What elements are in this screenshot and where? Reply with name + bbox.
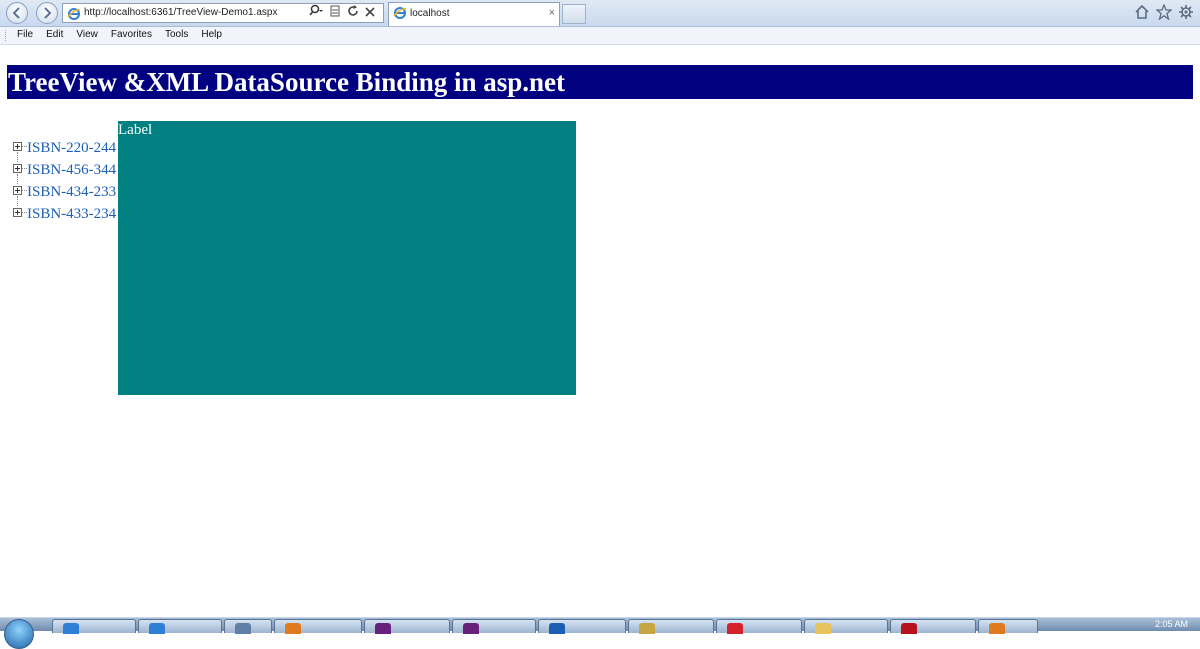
stop-icon[interactable]	[365, 4, 375, 22]
expand-plus-icon[interactable]	[13, 142, 22, 151]
menu-bar: File Edit View Favorites Tools Help	[0, 27, 1200, 45]
address-bar-icons	[309, 4, 375, 23]
menu-tools[interactable]: Tools	[165, 29, 188, 40]
expand-plus-icon[interactable]	[13, 186, 22, 195]
firefox-icon	[989, 623, 1005, 634]
forward-button[interactable]	[36, 2, 58, 24]
tree-node-link[interactable]: ISBN-434-233	[27, 184, 116, 201]
menu-grip	[5, 30, 8, 41]
back-button[interactable]	[6, 2, 28, 24]
tab-title: localhost	[410, 8, 450, 19]
new-tab-button[interactable]	[562, 4, 586, 24]
browser-titlebar: http://localhost:6361/TreeView-Demo1.asp…	[0, 0, 1200, 27]
tree-node-link[interactable]: ISBN-456-344	[27, 162, 116, 179]
acrobat-icon	[727, 623, 743, 634]
tree-node[interactable]: ISBN-220-244	[13, 140, 117, 162]
taskbar-item[interactable]	[452, 619, 536, 634]
back-icon	[12, 7, 20, 19]
firefox-icon	[285, 623, 301, 634]
system-tray: 2:05 AM	[1040, 619, 1200, 632]
tree-node-link[interactable]: ISBN-220-244	[27, 140, 116, 157]
tree-node[interactable]: ISBN-433-234	[13, 206, 117, 228]
folder-icon	[815, 623, 831, 634]
taskbar-item[interactable]	[978, 619, 1038, 634]
taskbar-item[interactable]	[274, 619, 362, 634]
taskbar-item[interactable]	[138, 619, 222, 634]
compatibility-icon[interactable]	[329, 4, 341, 22]
chrome-icon	[549, 623, 565, 634]
search-icon[interactable]	[309, 4, 323, 23]
tree-node[interactable]: ISBN-456-344	[13, 162, 117, 184]
clock[interactable]: 2:05 AM	[1155, 619, 1188, 629]
home-icon[interactable]	[1134, 4, 1150, 20]
menu-favorites[interactable]: Favorites	[111, 29, 152, 40]
taskbar-item[interactable]	[890, 619, 976, 634]
visual-studio-icon	[463, 623, 479, 634]
refresh-icon[interactable]	[347, 4, 359, 22]
taskbar-item[interactable]	[224, 619, 272, 634]
menu-view[interactable]: View	[76, 29, 98, 40]
tree-connector	[17, 174, 18, 184]
pdf-icon	[901, 623, 917, 634]
favorites-star-icon[interactable]	[1156, 4, 1172, 20]
tree-node-link[interactable]: ISBN-433-234	[27, 206, 116, 223]
tree-connector	[17, 196, 18, 206]
taskbar-item[interactable]	[628, 619, 714, 634]
address-bar[interactable]: http://localhost:6361/TreeView-Demo1.asp…	[62, 3, 384, 23]
tree-node[interactable]: ISBN-434-233	[13, 184, 117, 206]
taskbar-item[interactable]	[52, 619, 136, 634]
gear-icon[interactable]	[1178, 4, 1194, 20]
ie-logo-icon	[393, 7, 407, 19]
taskbar: 2:05 AM	[0, 617, 1200, 649]
explorer-icon	[235, 623, 251, 634]
expand-plus-icon[interactable]	[13, 164, 22, 173]
page-header: TreeView &XML DataSource Binding in asp.…	[7, 65, 1193, 99]
tab-localhost[interactable]: localhost ×	[388, 2, 560, 26]
taskbar-item[interactable]	[804, 619, 888, 634]
ie-logo-icon	[67, 8, 81, 20]
expand-plus-icon[interactable]	[13, 208, 22, 217]
browser-toolbar-icons	[1134, 4, 1194, 20]
winrar-icon	[639, 623, 655, 634]
address-url[interactable]: http://localhost:6361/TreeView-Demo1.asp…	[84, 7, 277, 18]
internet-explorer-icon	[63, 623, 79, 634]
menu-help[interactable]: Help	[201, 29, 222, 40]
page-title: TreeView &XML DataSource Binding in asp.…	[8, 67, 566, 97]
start-button[interactable]	[4, 619, 34, 649]
menu-edit[interactable]: Edit	[46, 29, 63, 40]
label-panel: Label	[118, 121, 576, 395]
tree-connector	[17, 152, 18, 162]
internet-explorer-icon	[149, 623, 165, 634]
forward-icon	[44, 7, 52, 19]
taskbar-item[interactable]	[364, 619, 450, 634]
label-text: Label	[118, 122, 153, 138]
menu-file[interactable]: File	[17, 29, 33, 40]
taskbar-item[interactable]	[538, 619, 626, 634]
visual-studio-icon	[375, 623, 391, 634]
close-tab-icon[interactable]: ×	[549, 7, 555, 19]
treeview: ISBN-220-244 ISBN-456-344 ISBN-434-233 I…	[13, 140, 117, 228]
taskbar-item[interactable]	[716, 619, 802, 634]
